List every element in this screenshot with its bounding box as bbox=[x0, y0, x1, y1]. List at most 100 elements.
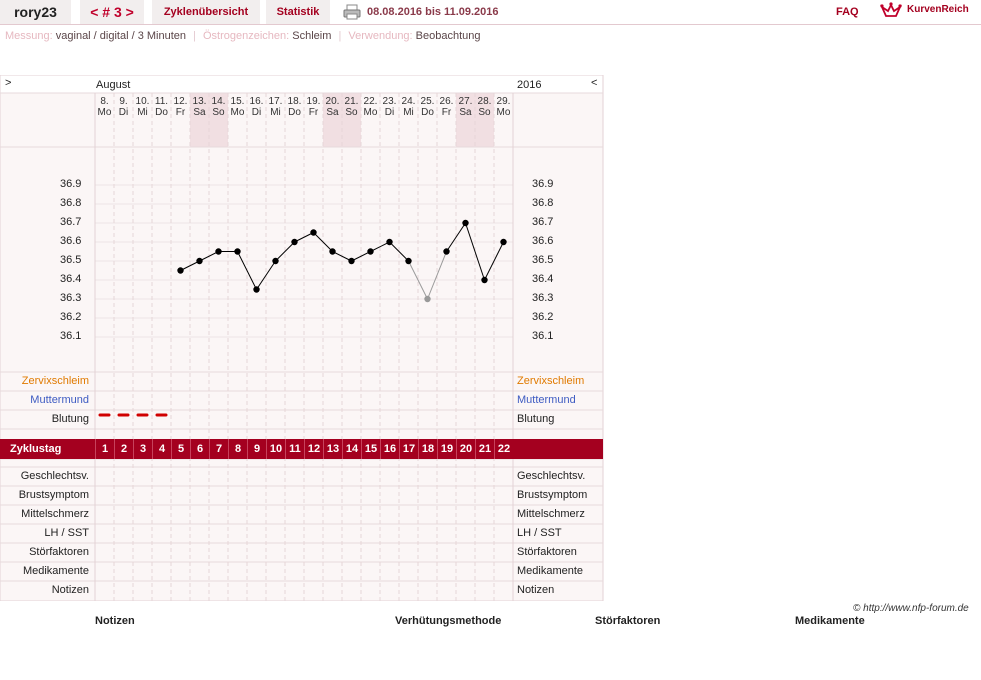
temperature-point bbox=[348, 257, 355, 265]
cycle-day-number: 9 bbox=[247, 439, 266, 459]
month-row-background bbox=[0, 75, 603, 93]
cycle-day-number: 19 bbox=[437, 439, 456, 459]
cycle-day-number: 8 bbox=[228, 439, 247, 459]
chart-grid bbox=[0, 75, 604, 601]
row-label-right: LH / SST bbox=[517, 527, 562, 539]
day-number: 9. bbox=[119, 96, 128, 107]
weekday: Fr bbox=[308, 107, 319, 118]
temperature-tick-left: 36.8 bbox=[60, 197, 82, 209]
day-header: 29. Mo bbox=[494, 96, 513, 118]
temperature-tick-left: 36.1 bbox=[60, 330, 82, 342]
bleeding-mark bbox=[98, 413, 111, 417]
cycle-chart: > August 2016 < 8. Mo 9. Di 10. Mi 11. Do 12. Fr 1… bbox=[0, 75, 604, 601]
day-number: 21. bbox=[344, 96, 359, 107]
brand-name[interactable]: KurvenReich bbox=[907, 4, 969, 15]
day-header: 20. Sa bbox=[323, 96, 342, 118]
temperature-tick-right: 36.4 bbox=[532, 273, 554, 285]
temperature-tick-left: 36.6 bbox=[60, 235, 82, 247]
day-header: 23. Di bbox=[380, 96, 399, 118]
temperature-tick-right: 36.7 bbox=[532, 216, 554, 228]
weekday: Fr bbox=[441, 107, 452, 118]
day-number: 18. bbox=[287, 96, 302, 107]
day-number: 11. bbox=[154, 96, 169, 107]
temperature-point bbox=[253, 286, 260, 293]
disturbances-heading: Störfaktoren bbox=[595, 615, 661, 627]
temperature-tick-right: 36.9 bbox=[532, 178, 554, 190]
cycle-day-number: 3 bbox=[133, 439, 152, 459]
temperature-tick-left: 36.4 bbox=[60, 273, 82, 285]
day-header: 27. Sa bbox=[456, 96, 475, 118]
cycle-day-number: 18 bbox=[418, 439, 437, 459]
weekday: Mi bbox=[270, 107, 281, 118]
temperature-point bbox=[405, 257, 412, 265]
day-header: 8. Mo bbox=[95, 96, 114, 118]
weekday: Do bbox=[155, 107, 168, 118]
weekday: Di bbox=[118, 107, 129, 118]
temperature-tick-right: 36.8 bbox=[532, 197, 554, 209]
day-header: 10. Mi bbox=[133, 96, 152, 118]
notes-heading: Notizen bbox=[95, 615, 135, 627]
usage-value: Beobachtung bbox=[415, 30, 481, 42]
row-label-right: Geschlechtsv. bbox=[517, 470, 586, 482]
top-bar: rory23 < # 3 > Zyklenübersicht Statistik… bbox=[0, 0, 981, 25]
measurement-value: vaginal / digital / 3 Minuten bbox=[55, 30, 187, 42]
crown-logo-icon bbox=[880, 2, 902, 17]
temperature-point bbox=[367, 248, 374, 255]
cycle-day-number: 7 bbox=[209, 439, 228, 459]
temperature-tick-left: 36.9 bbox=[60, 178, 82, 190]
day-number: 19. bbox=[306, 96, 321, 107]
day-header: 26. Fr bbox=[437, 96, 456, 118]
next-cycle-button[interactable]: > bbox=[126, 4, 134, 20]
temperature-point bbox=[462, 219, 469, 227]
temperature-point bbox=[196, 257, 203, 265]
day-number: 14. bbox=[211, 96, 226, 107]
weekday: Mi bbox=[137, 107, 148, 118]
date-range: 08.08.2016 bis 11.09.2016 bbox=[367, 6, 499, 18]
copyright-note: © http://www.nfp-forum.de bbox=[853, 603, 969, 614]
faq-link[interactable]: FAQ bbox=[836, 6, 859, 18]
cycle-day-number: 22 bbox=[494, 439, 513, 459]
row-label-left: Brustsymptom bbox=[18, 489, 89, 501]
day-header: 25. Do bbox=[418, 96, 437, 118]
row-label-left: Muttermund bbox=[30, 394, 89, 406]
temperature-tick-left: 36.2 bbox=[60, 311, 82, 323]
day-header: 11. Do bbox=[152, 96, 171, 118]
cycle-number: # 3 bbox=[102, 4, 122, 20]
bleeding-mark bbox=[117, 413, 130, 417]
weekday: Sa bbox=[459, 107, 472, 118]
day-header: 19. Fr bbox=[304, 96, 323, 118]
weekday: So bbox=[478, 107, 491, 118]
day-header: 9. Di bbox=[114, 96, 133, 118]
bleeding-mark bbox=[155, 413, 168, 417]
temperature-point bbox=[443, 248, 450, 255]
tab-cycle-overview[interactable]: Zyklenübersicht bbox=[152, 0, 260, 24]
cycle-day-number: 17 bbox=[399, 439, 418, 459]
cycle-day-number: 5 bbox=[171, 439, 190, 459]
cycle-navigator: < # 3 > bbox=[80, 0, 144, 24]
day-number: 25. bbox=[420, 96, 435, 107]
scroll-left-button[interactable]: < bbox=[591, 77, 597, 89]
day-number: 27. bbox=[458, 96, 473, 107]
day-header: 13. Sa bbox=[190, 96, 209, 118]
weekday: Di bbox=[384, 107, 395, 118]
estrogen-value: Schleim bbox=[292, 30, 332, 42]
scroll-right-button[interactable]: > bbox=[5, 77, 11, 89]
day-header: 18. Do bbox=[285, 96, 304, 118]
weekday: Mo bbox=[97, 107, 112, 118]
temperature-point bbox=[386, 238, 393, 246]
row-label-left: Medikamente bbox=[22, 565, 89, 577]
excluded-temperature-point bbox=[424, 295, 431, 303]
cycle-day-number: 4 bbox=[152, 439, 171, 459]
previous-cycle-button[interactable]: < bbox=[90, 4, 98, 20]
day-header: 22. Mo bbox=[361, 96, 380, 118]
temperature-tick-right: 36.3 bbox=[532, 292, 554, 304]
weekday: Mo bbox=[363, 107, 378, 118]
row-label-left: LH / SST bbox=[44, 527, 89, 539]
day-number: 17. bbox=[268, 96, 283, 107]
weekday: Sa bbox=[326, 107, 339, 118]
day-number: 22. bbox=[363, 96, 378, 107]
cycle-day-number: 20 bbox=[456, 439, 475, 459]
print-icon[interactable] bbox=[343, 4, 361, 20]
tab-statistics[interactable]: Statistik bbox=[266, 0, 330, 24]
day-header: 21. So bbox=[342, 96, 361, 118]
